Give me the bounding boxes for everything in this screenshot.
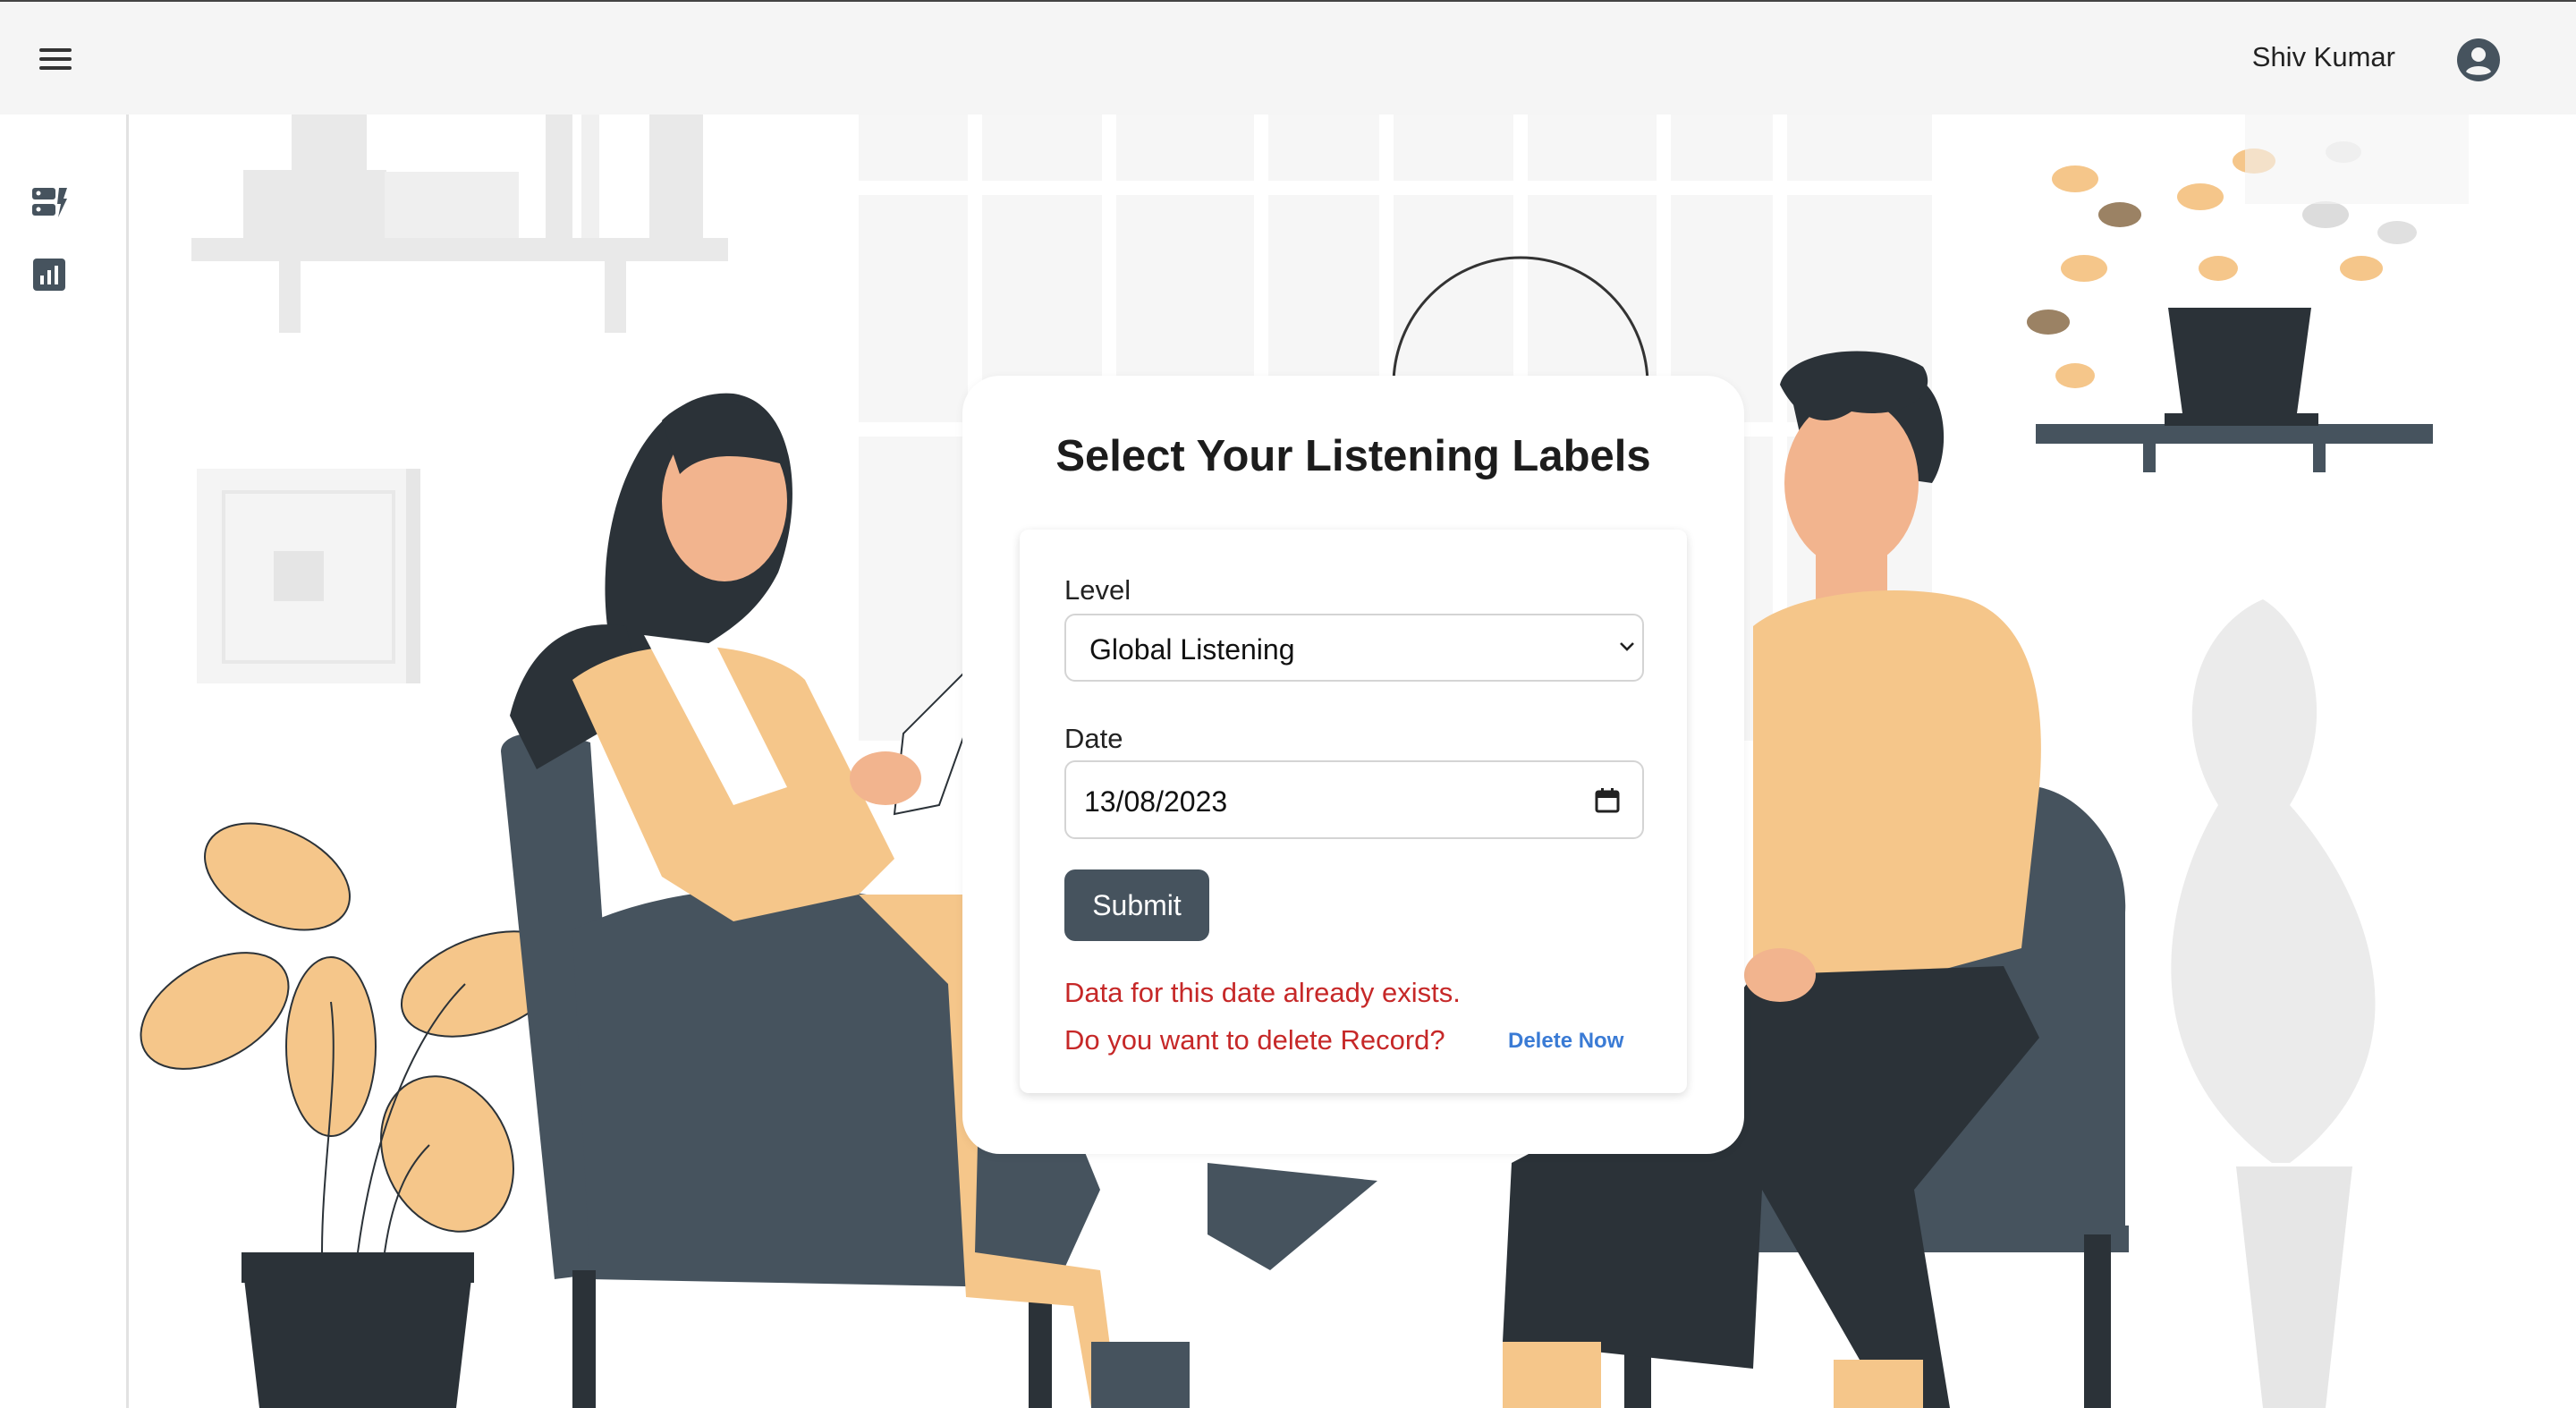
user-name: Shiv Kumar (2251, 41, 2395, 72)
submit-button[interactable]: Submit (1064, 869, 1209, 941)
bar-chart-icon[interactable] (30, 256, 68, 293)
level-select-value: Global Listening (1089, 633, 1295, 666)
sidebar (0, 115, 129, 1408)
form-panel: Level Global Listening Date 13/08/2023 S… (1020, 530, 1687, 1093)
error-message-delete-prompt: Do you want to delete Record? (1064, 1024, 1445, 1056)
right-shelf-plant-illustration (2027, 115, 2469, 472)
dashboard-icon[interactable] (30, 184, 68, 222)
menu-icon[interactable] (36, 41, 79, 77)
level-label: Level (1064, 574, 1131, 606)
wall-shelf-illustration (191, 115, 728, 333)
yellow-plant-illustration (140, 822, 566, 1408)
error-message-exists: Data for this date already exists. (1064, 977, 1461, 1008)
date-label: Date (1064, 723, 1123, 754)
account-circle-icon[interactable] (2456, 38, 2501, 82)
grey-plant-illustration (2171, 599, 2376, 1408)
chevron-down-icon (1620, 642, 1634, 651)
top-app-bar: Shiv Kumar (0, 0, 2576, 115)
delete-now-link[interactable]: Delete Now (1508, 1029, 1623, 1054)
listening-labels-card: Select Your Listening Labels Level Globa… (962, 376, 1744, 1154)
date-input[interactable]: 13/08/2023 (1064, 760, 1644, 839)
date-input-value: 13/08/2023 (1084, 785, 1228, 818)
level-select[interactable]: Global Listening (1064, 614, 1644, 682)
calendar-icon[interactable] (1594, 787, 1621, 814)
picture-frame-illustration (197, 469, 420, 683)
card-title: Select Your Listening Labels (1055, 432, 1651, 480)
